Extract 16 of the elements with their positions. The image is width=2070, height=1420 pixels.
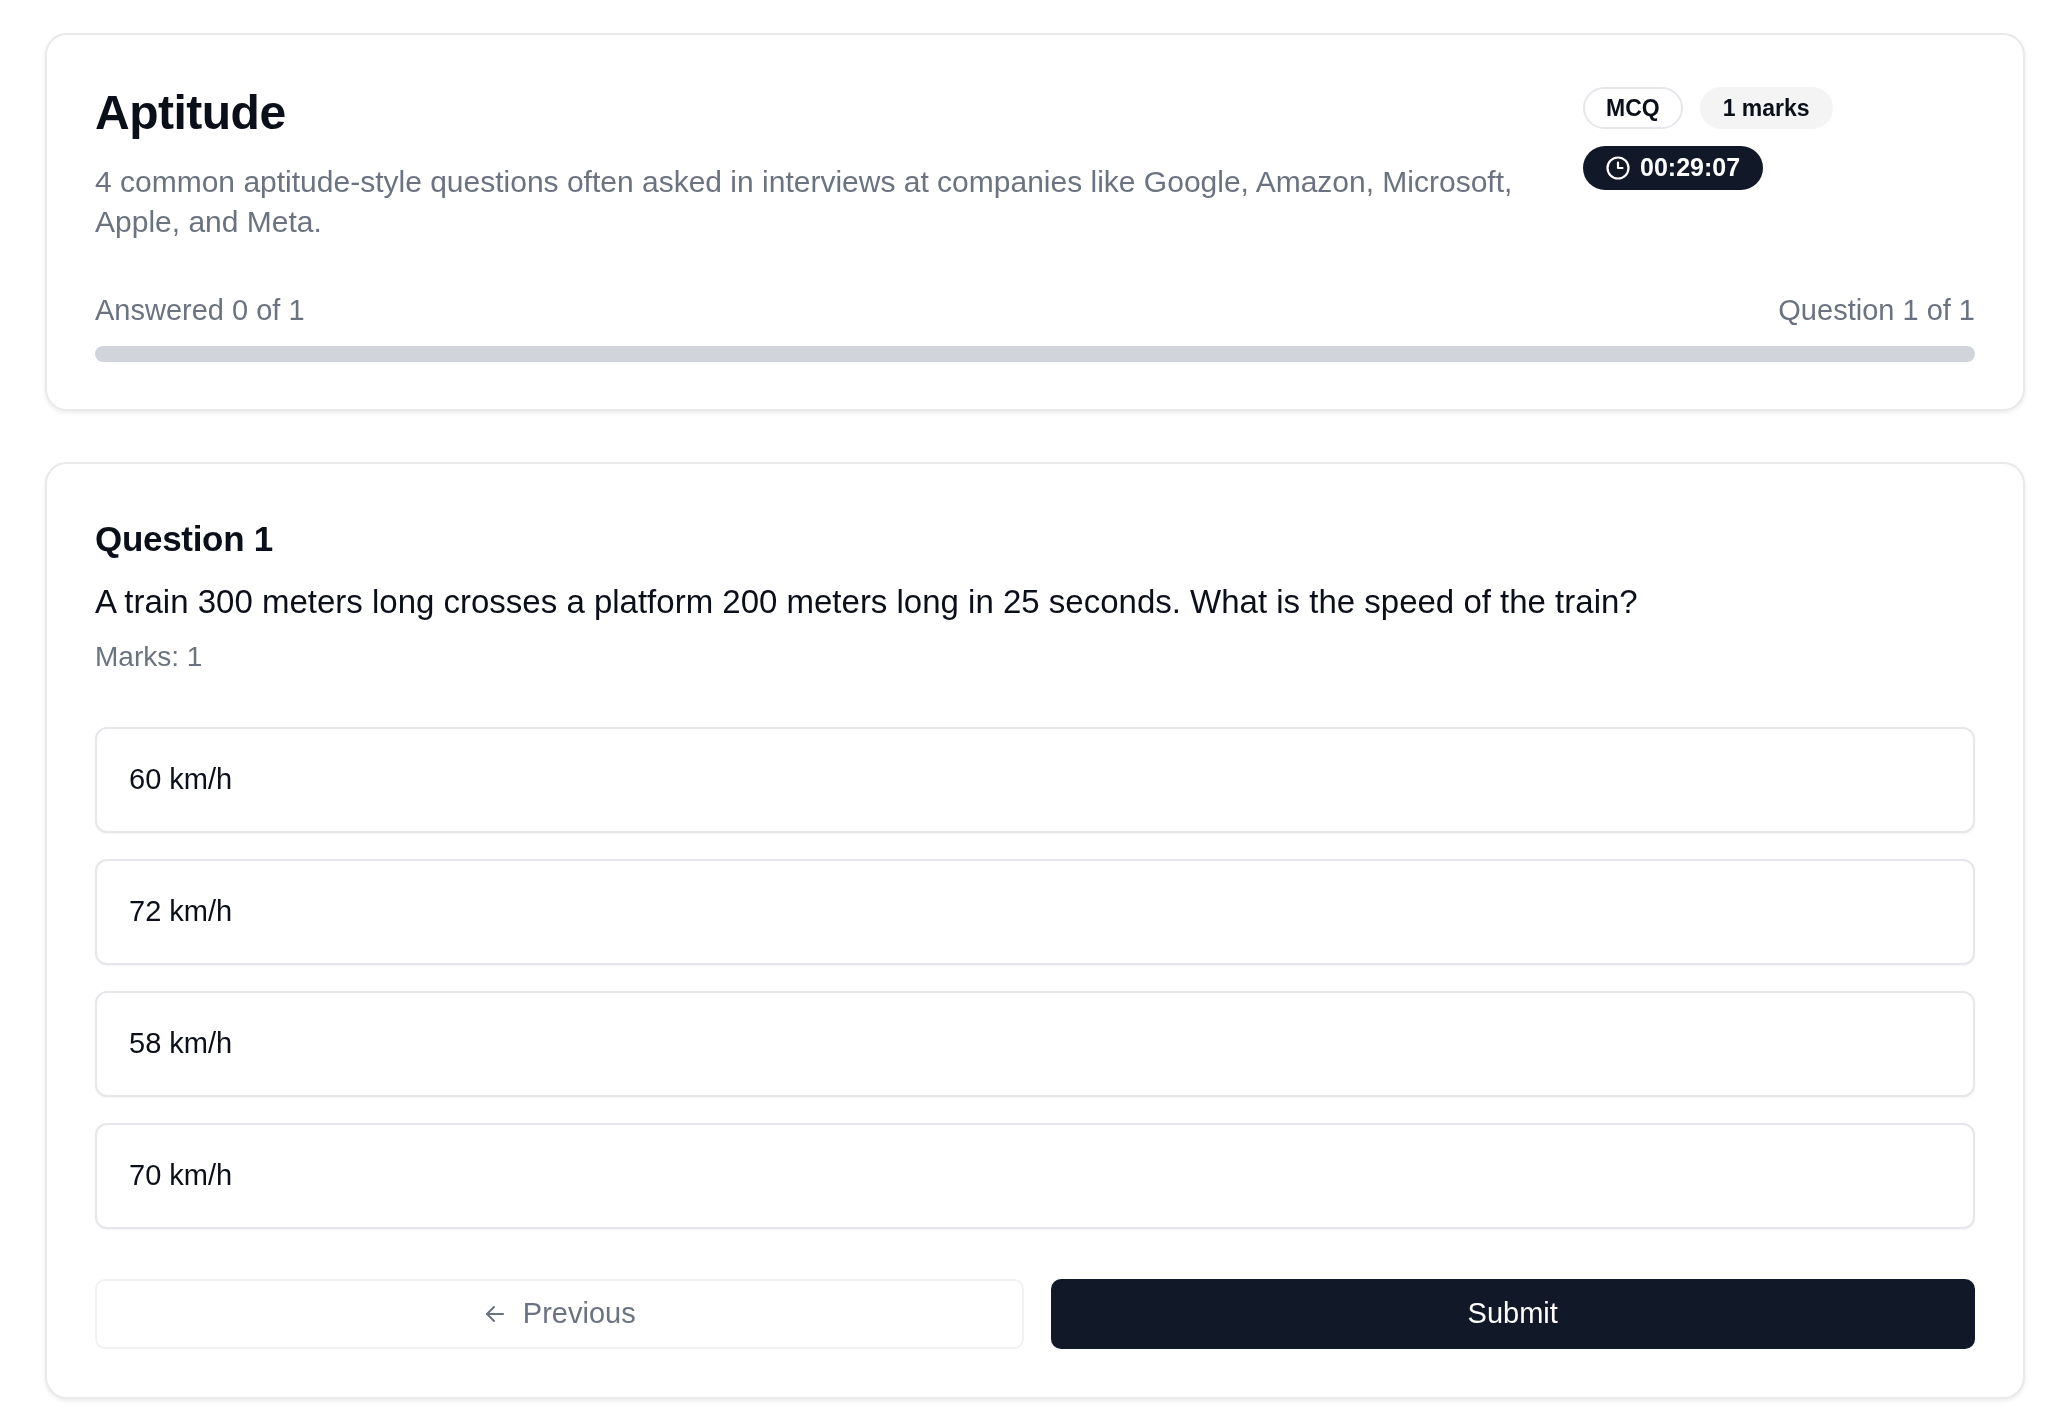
clock-icon [1606, 156, 1630, 180]
quiz-description: 4 common aptitude-style questions often asked in interviews at companies like Google, Amazon, Microsoft, Apple, and Meta. [95, 164, 1514, 240]
question-text: A train 300 meters long crosses a platform 200 meters long in 25 seconds. What is the speed of the train? [95, 582, 1639, 622]
tag-badge: 1 marks [1699, 87, 1833, 129]
question-heading: Question 1 [95, 518, 274, 560]
quiz-title: Aptitude [95, 85, 287, 141]
answer-option[interactable]: 60 km/h [95, 727, 1975, 833]
question-position: Question 1 of 1 [1778, 293, 1975, 328]
tag-badge: MCQ [1583, 87, 1683, 129]
answered-count: Answered 0 of 1 [95, 293, 305, 328]
timer-badge: 00:29:07 [1583, 146, 1764, 190]
answer-option[interactable]: 58 km/h [95, 991, 1975, 1097]
submit-button[interactable]: Submit [1050, 1279, 1975, 1349]
answer-option[interactable]: 70 km/h [95, 1123, 1975, 1229]
marks-label: Marks: 1 [95, 640, 204, 674]
answer-option[interactable]: 72 km/h [95, 859, 1975, 965]
